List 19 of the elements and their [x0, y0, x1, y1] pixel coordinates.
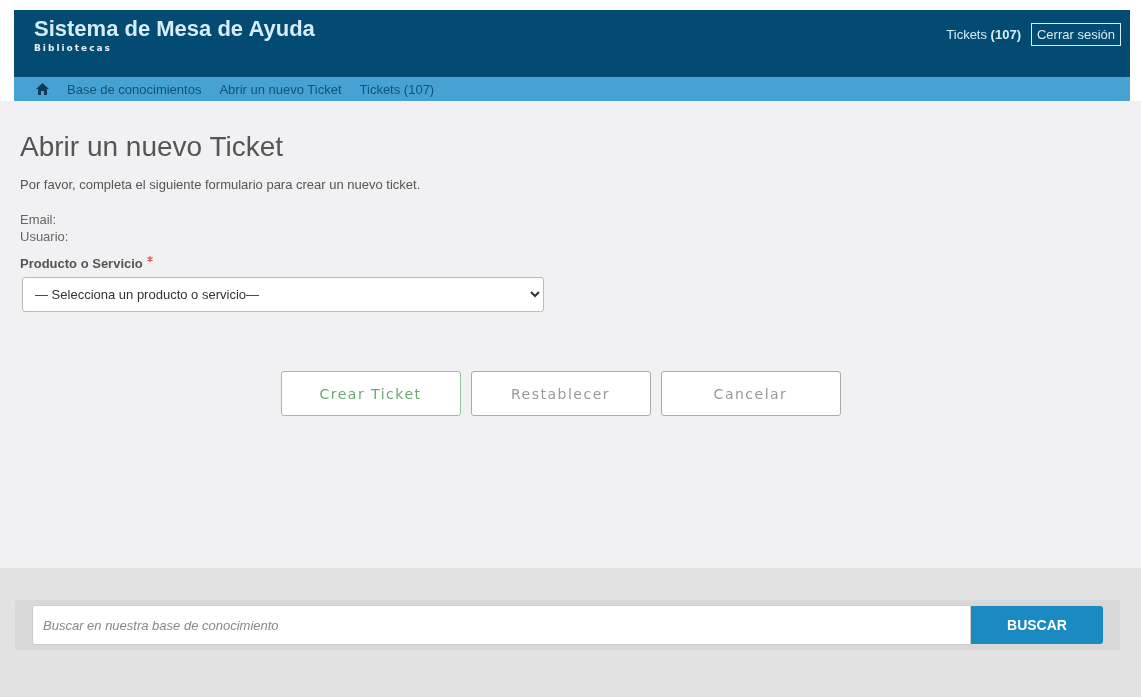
info-label: Email:: [20, 212, 58, 227]
tickets-link[interactable]: Tickets (107): [946, 27, 1021, 42]
info-label: Usuario:: [20, 229, 70, 244]
nav-link[interactable]: Tickets (107): [359, 81, 435, 97]
nav-link[interactable]: Base de conocimientos: [67, 81, 202, 97]
intro-text: Por favor, completa el siguiente formulario para crear un nuevo ticket.: [20, 177, 422, 192]
page-title: Abrir un nuevo Ticket: [20, 131, 285, 163]
nav-link[interactable]: Abrir un nuevo Ticket: [219, 81, 342, 97]
home-icon[interactable]: [36, 83, 49, 95]
form-button[interactable]: Crear Ticket: [280, 371, 461, 416]
site-title: Sistema de Mesa de Ayuda: [34, 16, 315, 42]
product-select[interactable]: — Selecciona un producto o servicio—: [22, 277, 544, 312]
field-label: Producto o Servicio: [20, 256, 143, 271]
logout-button[interactable]: Cerrar sesión: [1030, 23, 1121, 46]
search-button[interactable]: BUSCAR: [971, 606, 1103, 644]
form-button[interactable]: Restablecer: [470, 371, 651, 416]
site-subtitle: Bibliotecas: [34, 43, 113, 53]
search-field[interactable]: Buscar en nuestra base de conocimiento: [32, 605, 971, 645]
form-button[interactable]: Cancelar: [660, 371, 841, 416]
